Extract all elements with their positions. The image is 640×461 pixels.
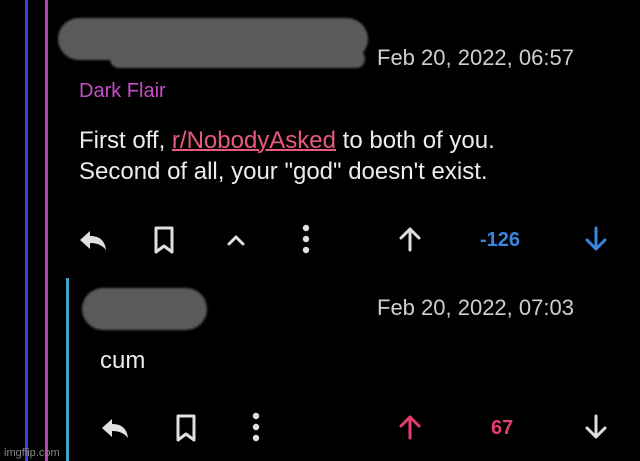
thread-line-level-3[interactable] xyxy=(66,278,69,461)
more-options-button-2[interactable] xyxy=(246,410,266,444)
upvote-button[interactable] xyxy=(394,222,426,256)
comment-1-body-suffix: to both of you. xyxy=(336,127,495,154)
user-flair: Dark Flair xyxy=(79,80,166,102)
save-button-2[interactable] xyxy=(172,412,200,444)
comment-2-body: cum xyxy=(100,347,146,374)
redacted-username-1b xyxy=(110,50,365,68)
collapse-button[interactable] xyxy=(222,228,250,252)
bookmark-icon xyxy=(154,226,174,254)
comment-2-score: 67 xyxy=(491,417,514,439)
bookmark-icon xyxy=(176,414,196,442)
upvote-arrow-icon xyxy=(399,227,421,252)
reply-button[interactable] xyxy=(76,225,110,255)
comment-1-body-prefix: First off, xyxy=(79,127,172,154)
comment-1-timestamp: Feb 20, 2022, 06:57 xyxy=(377,45,574,70)
save-button[interactable] xyxy=(150,224,178,256)
reply-icon xyxy=(102,419,128,438)
comment-1-body: First off, r/NobodyAsked to both of you.… xyxy=(79,125,495,187)
thread-line-level-1[interactable] xyxy=(25,0,28,461)
more-vertical-icon xyxy=(302,224,310,254)
watermark: imgflip.com xyxy=(4,447,60,459)
downvote-arrow-icon xyxy=(585,414,607,439)
downvote-button[interactable] xyxy=(580,222,612,256)
chevron-up-icon xyxy=(227,235,245,246)
more-vertical-icon xyxy=(252,412,260,442)
redacted-username-2 xyxy=(82,288,207,330)
upvote-arrow-icon xyxy=(399,415,421,440)
comment-1-score: -126 xyxy=(480,229,521,251)
reply-button-2[interactable] xyxy=(98,413,132,443)
comment-2-timestamp: Feb 20, 2022, 07:03 xyxy=(377,295,574,320)
thread-line-level-2[interactable] xyxy=(45,0,48,461)
more-options-button[interactable] xyxy=(296,222,316,256)
comment-1-body-line2: Second of all, your "god" doesn't exist. xyxy=(79,158,488,185)
reply-icon xyxy=(80,231,106,250)
subreddit-link[interactable]: r/NobodyAsked xyxy=(172,127,336,154)
upvote-button-2[interactable] xyxy=(394,410,426,444)
downvote-arrow-icon xyxy=(585,226,607,251)
downvote-button-2[interactable] xyxy=(580,410,612,444)
